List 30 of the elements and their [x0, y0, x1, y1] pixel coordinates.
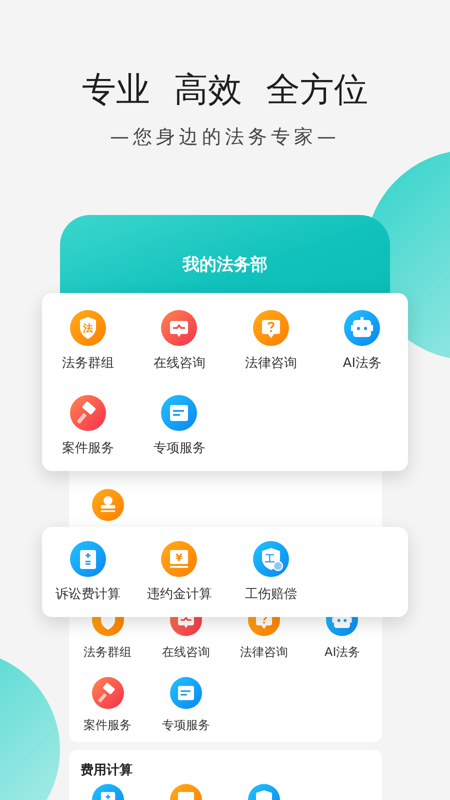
- message-icon[interactable]: [161, 395, 198, 431]
- service-label[interactable]: 在线咨询: [162, 644, 210, 660]
- message-icon[interactable]: [170, 677, 202, 709]
- headline-word: 高效: [174, 70, 242, 110]
- service-label[interactable]: 案件服务: [84, 717, 132, 733]
- hammer-icon[interactable]: [70, 395, 106, 431]
- service-label[interactable]: 在线咨询: [153, 355, 206, 373]
- headline-word: 全方位: [266, 70, 368, 110]
- app-title: 我的法务部: [182, 254, 268, 277]
- tagline: —您身边的法务专家—: [109, 125, 341, 150]
- service-label[interactable]: 专项服务: [153, 440, 206, 458]
- calculator-icon[interactable]: [70, 541, 106, 577]
- question-bubble-icon[interactable]: [252, 310, 289, 346]
- service-label[interactable]: AI法务: [324, 644, 360, 660]
- service-label[interactable]: 法务群组: [62, 355, 114, 373]
- service-label[interactable]: 法务群组: [84, 644, 132, 660]
- chat-icon[interactable]: [161, 310, 198, 346]
- service-label[interactable]: 专项服务: [162, 717, 210, 733]
- section-title: 费用计算: [80, 762, 134, 780]
- calculator-label[interactable]: 违约金计算: [146, 586, 212, 604]
- service-label[interactable]: AI法务: [342, 355, 382, 373]
- calculator-label[interactable]: 诉讼费计算: [55, 586, 120, 604]
- hammer-icon[interactable]: [92, 677, 124, 709]
- calculator-label[interactable]: 工伤赔偿: [244, 586, 297, 604]
- service-label[interactable]: 法律咨询: [240, 644, 288, 660]
- service-label[interactable]: 法律咨询: [244, 355, 297, 373]
- service-label[interactable]: 案件服务: [62, 440, 114, 458]
- robot-icon[interactable]: [344, 310, 380, 346]
- stamp-icon[interactable]: [92, 489, 124, 521]
- headline-word: 专业: [82, 70, 150, 110]
